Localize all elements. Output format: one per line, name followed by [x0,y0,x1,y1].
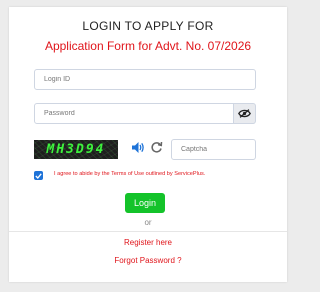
check-icon [35,172,42,179]
refresh-icon[interactable] [150,141,163,154]
register-link[interactable]: Register here [9,238,287,247]
password-input[interactable] [34,103,234,124]
login-id-input[interactable] [34,69,256,90]
divider-line [9,231,287,232]
forgot-password-link[interactable]: Forgot Password ? [9,256,287,265]
eye-slash-icon [238,109,251,118]
agree-checkbox[interactable] [34,171,43,180]
volume-icon[interactable] [131,141,145,154]
or-divider-text: or [144,218,152,227]
captcha-image: MH3D94 [34,140,118,159]
login-card: LOGIN TO APPLY FOR Application Form for … [9,7,287,282]
password-toggle-button[interactable] [234,103,256,124]
captcha-input[interactable] [171,139,256,160]
terms-agreement-text: I agree to abide by the Terms of Use out… [54,171,206,177]
login-button[interactable]: Login [125,193,165,213]
form-subtitle: Application Form for Advt. No. 07/2026 [44,39,252,53]
captcha-text: MH3D94 [46,142,106,157]
page-title: LOGIN TO APPLY FOR [82,19,214,33]
